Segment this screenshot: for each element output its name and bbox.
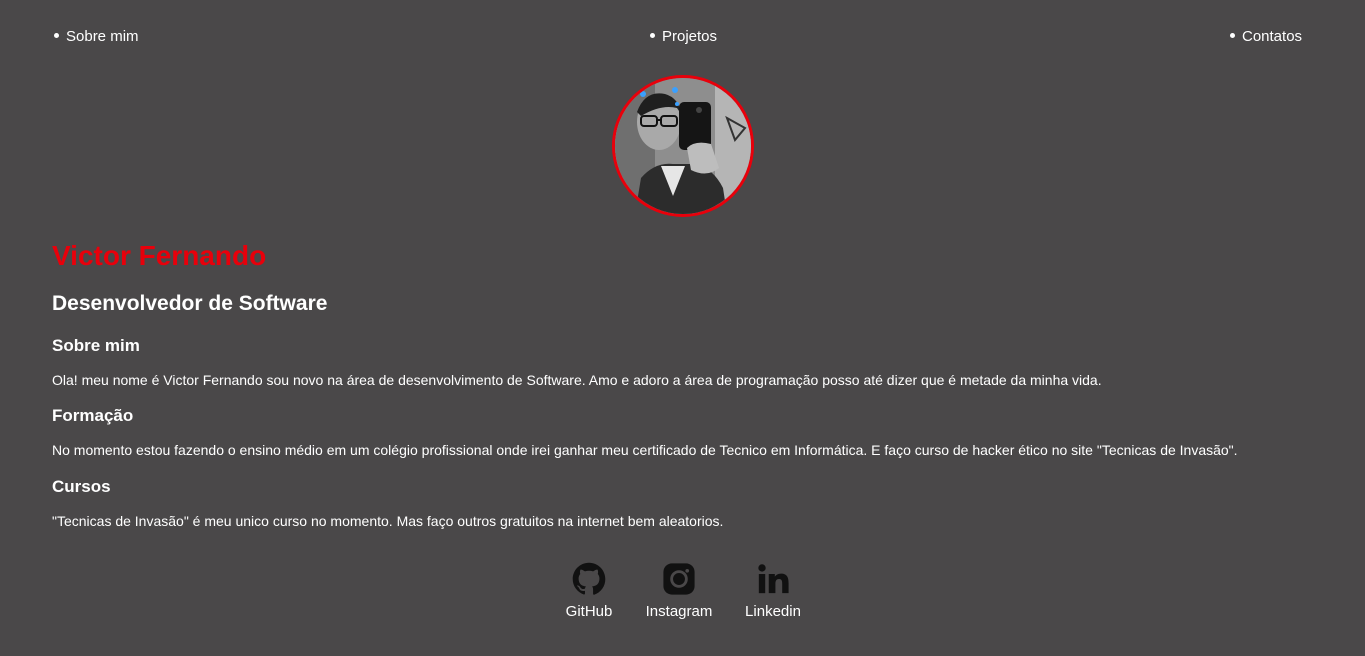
github-label: GitHub [565,603,613,620]
linkedin-link[interactable]: Linkedin [728,562,818,621]
section-text-cursos: "Tecnicas de Invasão" é meu unico curso … [52,513,724,529]
nav-item-label: Sobre mim [66,28,139,45]
section-text-formacao: No momento estou fazendo o ensino médio … [52,442,1238,458]
nav-item-projetos[interactable]: Projetos [650,28,717,46]
section-title-sobre-mim: Sobre mim [52,336,140,355]
linkedin-icon [758,564,789,594]
instagram-link[interactable]: Instagram [634,562,724,621]
social-links: GitHub Instagram Linkedin [0,562,1365,626]
avatar [612,75,754,217]
profile-photo-icon [615,78,751,214]
github-link[interactable]: GitHub [544,562,634,621]
section-title-cursos: Cursos [52,477,111,496]
nav-item-sobre-mim[interactable]: Sobre mim [54,28,139,46]
nav-item-label: Projetos [662,28,718,45]
top-nav: Sobre mim Projetos Contatos [0,28,1365,48]
section-text-sobre-mim: Ola! meu nome é Victor Fernando sou novo… [52,372,1102,388]
bullet-icon [54,32,59,38]
bullet-icon [650,32,655,38]
profile-role: Desenvolvedor de Software [52,292,328,315]
linkedin-label: Linkedin [745,603,801,620]
section-title-formacao: Formação [52,406,134,425]
nav-item-label: Contatos [1242,28,1303,45]
instagram-label: Instagram [645,603,713,620]
bullet-icon [1230,32,1235,38]
github-icon [572,562,606,595]
profile-name: Victor Fernando [52,240,267,271]
instagram-icon [663,563,695,595]
nav-item-contatos[interactable]: Contatos [1230,28,1302,46]
